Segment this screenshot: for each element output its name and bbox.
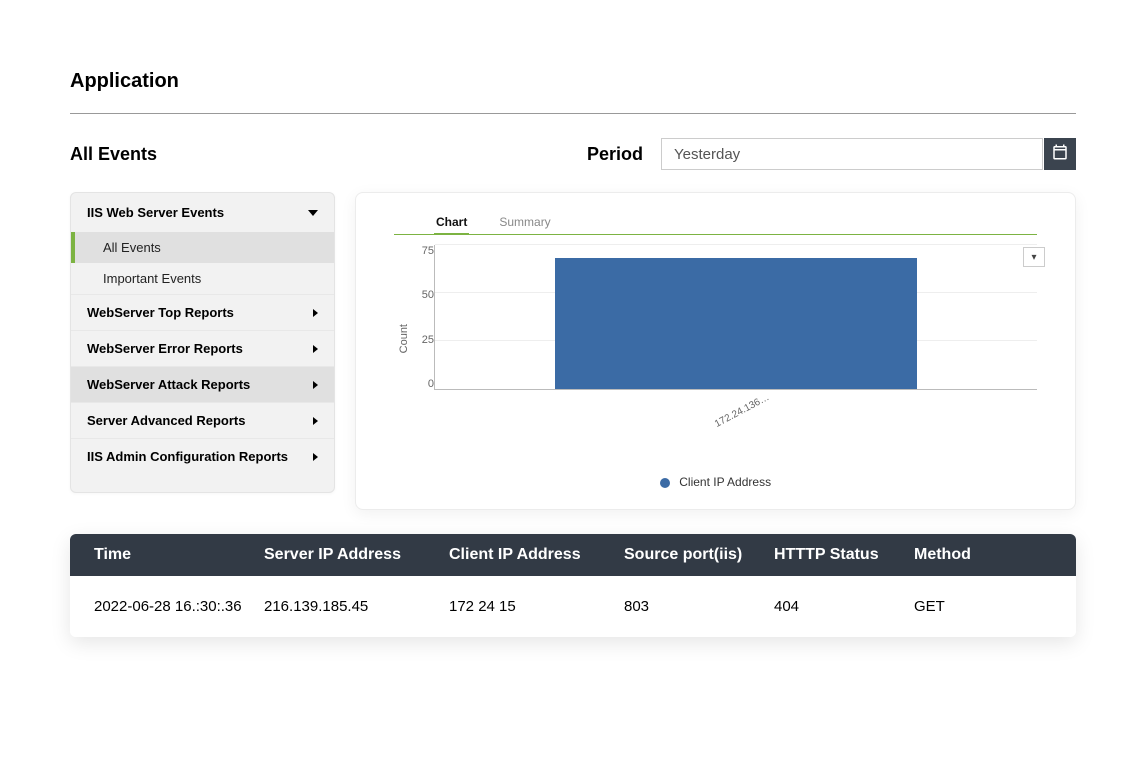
chart-legend: Client IP Address: [394, 475, 1037, 489]
cell-time: 2022-06-28 16.:30:.36: [94, 598, 264, 615]
sidebar-group-label: IIS Web Server Events: [87, 205, 224, 220]
chart-bar[interactable]: [555, 258, 916, 389]
calendar-icon: [1051, 143, 1069, 166]
sidebar-sub-all-events[interactable]: All Events: [71, 232, 334, 263]
y-tick: 50: [422, 289, 434, 301]
sidebar-item-label: WebServer Error Reports: [87, 341, 243, 356]
sidebar-item-admin-config[interactable]: IIS Admin Configuration Reports: [71, 438, 334, 474]
cell-client-ip: 172 24 15: [449, 598, 624, 615]
col-header-method: Method: [914, 546, 1052, 564]
sidebar: IIS Web Server Events All Events Importa…: [70, 192, 335, 493]
sidebar-item-top-reports[interactable]: WebServer Top Reports: [71, 294, 334, 330]
col-header-http-status: HTTTP Status: [774, 546, 914, 564]
y-tick: 75: [422, 245, 434, 257]
period-select[interactable]: Yesterday: [661, 138, 1043, 170]
sidebar-item-advanced-reports[interactable]: Server Advanced Reports: [71, 402, 334, 438]
chevron-right-icon: [313, 345, 318, 353]
sidebar-item-label: WebServer Top Reports: [87, 305, 234, 320]
tab-summary[interactable]: Summary: [497, 211, 552, 234]
sidebar-item-attack-reports[interactable]: WebServer Attack Reports: [71, 366, 334, 402]
sidebar-sub-important-events[interactable]: Important Events: [71, 263, 334, 294]
x-tick: 172.24.136…: [713, 392, 771, 430]
legend-label: Client IP Address: [679, 475, 771, 489]
chart-card: Chart Summary ▾ Count 75 50 25 0 172.24.…: [355, 192, 1076, 510]
chevron-right-icon: [313, 417, 318, 425]
sidebar-group-iis[interactable]: IIS Web Server Events: [71, 193, 334, 232]
section-title: All Events: [70, 144, 587, 165]
chevron-right-icon: [313, 453, 318, 461]
cell-server-ip: 216.139.185.45: [264, 598, 449, 615]
cell-source-port: 803: [624, 598, 774, 615]
chevron-right-icon: [313, 309, 318, 317]
sidebar-item-label: IIS Admin Configuration Reports: [87, 449, 288, 464]
period-label: Period: [587, 144, 643, 165]
controls-row: All Events Period Yesterday: [70, 138, 1076, 170]
table-row[interactable]: 2022-06-28 16.:30:.36 216.139.185.45 172…: [70, 576, 1076, 637]
chevron-right-icon: [313, 381, 318, 389]
col-header-server-ip: Server IP Address: [264, 546, 449, 564]
events-table: Time Server IP Address Client IP Address…: [70, 534, 1076, 637]
y-axis-label: Count: [394, 324, 410, 353]
col-header-time: Time: [94, 546, 264, 564]
y-axis-ticks: 75 50 25 0: [410, 245, 434, 390]
col-header-client-ip: Client IP Address: [449, 546, 624, 564]
sidebar-item-error-reports[interactable]: WebServer Error Reports: [71, 330, 334, 366]
chevron-down-icon: [308, 210, 318, 216]
page-title: Application: [70, 70, 1076, 114]
sidebar-item-label: Server Advanced Reports: [87, 413, 245, 428]
table-header: Time Server IP Address Client IP Address…: [70, 534, 1076, 576]
cell-method: GET: [914, 598, 1052, 615]
chart-body: Count 75 50 25 0 172.24.136…: [394, 239, 1037, 439]
y-tick: 25: [422, 334, 434, 346]
sidebar-item-label: WebServer Attack Reports: [87, 377, 250, 392]
col-header-source-port: Source port(iis): [624, 546, 774, 564]
cell-http-status: 404: [774, 598, 914, 615]
chart-plot: 172.24.136…: [434, 245, 1037, 390]
calendar-button[interactable]: [1044, 138, 1076, 170]
tab-chart[interactable]: Chart: [434, 211, 469, 235]
legend-swatch-icon: [660, 478, 670, 488]
chart-tabs: Chart Summary: [394, 211, 1037, 235]
